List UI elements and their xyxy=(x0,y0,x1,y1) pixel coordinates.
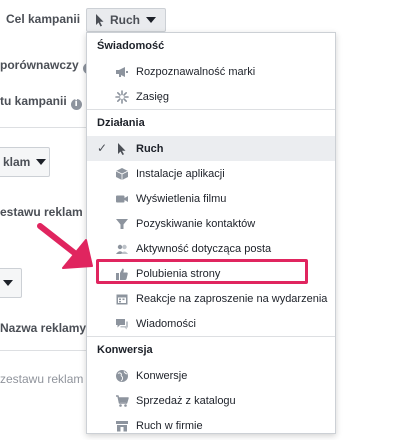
annotation-arrow-icon xyxy=(37,223,93,269)
